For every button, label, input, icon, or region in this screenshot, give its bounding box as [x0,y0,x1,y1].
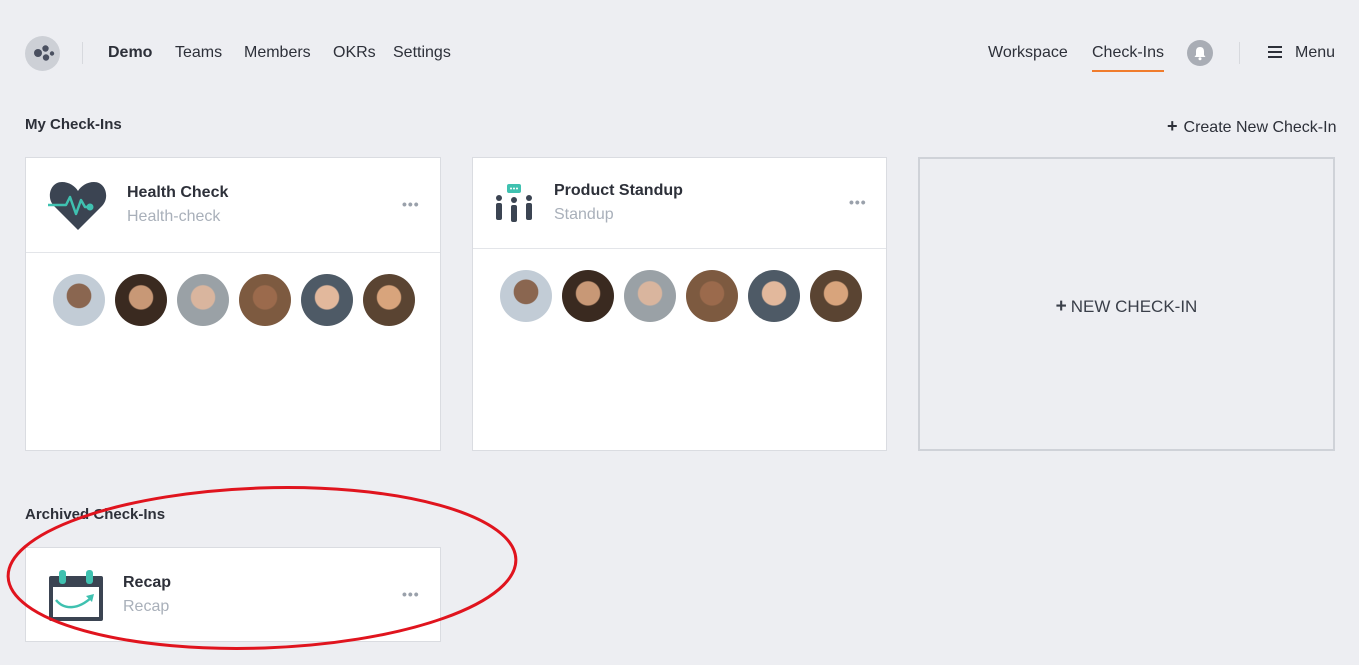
app-logo-icon[interactable] [25,36,60,71]
new-checkin-label: NEW CHECK-IN [1070,297,1198,316]
avatar[interactable] [500,270,552,322]
card-header: Product Standup Standup ••• [473,158,886,249]
plus-icon: + [1167,116,1178,136]
menu-button[interactable]: Menu [1295,44,1335,62]
create-new-checkin-button[interactable]: + Create New Check-In [1167,116,1336,137]
avatar[interactable] [177,274,229,326]
member-avatars [500,270,862,322]
card-title: Recap [123,574,172,591]
nav-link-checkins[interactable]: Check-Ins [1092,44,1165,72]
nav-link-settings[interactable]: Settings [393,44,451,62]
nav-link-teams[interactable]: Teams [175,44,222,62]
nav-divider [1239,42,1240,64]
avatar[interactable] [53,274,105,326]
avatar[interactable] [239,274,291,326]
card-subtitle: Health-check [127,208,221,225]
top-nav: Demo Teams Members OKRs Settings Workspa… [0,0,1359,106]
notifications-bell-icon[interactable] [1187,40,1213,66]
member-avatars [53,274,415,326]
avatar[interactable] [624,270,676,322]
create-new-checkin-label: Create New Check-In [1183,119,1337,136]
calendar-recap-icon [48,570,104,627]
nav-link-workspace[interactable]: Workspace [988,44,1068,62]
avatar[interactable] [115,274,167,326]
hamburger-menu-icon[interactable] [1268,46,1282,58]
more-options-icon[interactable]: ••• [402,586,420,602]
nav-link-okrs[interactable]: OKRs [333,44,376,62]
avatar[interactable] [562,270,614,322]
avatar[interactable] [363,274,415,326]
new-checkin-button[interactable]: + NEW CHECK-IN [920,296,1333,318]
nav-brand-demo[interactable]: Demo [108,44,152,62]
avatar[interactable] [686,270,738,322]
checkin-card-product-standup[interactable]: Product Standup Standup ••• [472,157,887,451]
nav-link-members[interactable]: Members [244,44,311,62]
avatar[interactable] [810,270,862,322]
card-header: Health Check Health-check ••• [26,158,440,253]
checkin-card-recap[interactable]: Recap Recap ••• [25,547,441,642]
standup-people-icon [493,184,535,229]
card-subtitle: Standup [554,206,614,223]
avatar[interactable] [748,270,800,322]
nav-divider [82,42,83,64]
archived-checkins-heading: Archived Check-Ins [25,506,166,523]
card-title: Health Check [127,184,229,201]
more-options-icon[interactable]: ••• [849,194,867,210]
card-subtitle: Recap [123,598,170,615]
more-options-icon[interactable]: ••• [402,196,420,212]
checkin-card-health-check[interactable]: Health Check Health-check ••• [25,157,441,451]
my-checkins-heading: My Check-Ins [25,116,122,133]
heart-pulse-icon [48,178,108,237]
new-checkin-card[interactable]: + NEW CHECK-IN [918,157,1335,451]
avatar[interactable] [301,274,353,326]
card-title: Product Standup [554,182,683,199]
plus-icon: + [1055,296,1067,317]
